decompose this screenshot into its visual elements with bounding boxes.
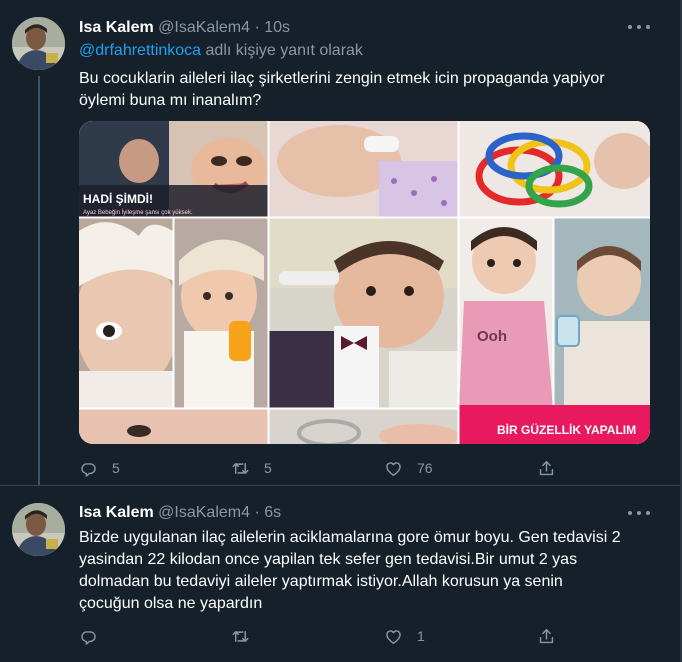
tweet-text-line: öylemi buna mı inanalım? bbox=[79, 92, 262, 109]
reply-mention-link[interactable]: @drfahrettinkoca bbox=[79, 42, 201, 59]
tweet-text-line: çocuğun olsa ne yapardın bbox=[79, 595, 263, 612]
share-button[interactable] bbox=[537, 456, 556, 480]
thread-connector-line bbox=[38, 76, 40, 486]
like-icon bbox=[386, 629, 401, 644]
tweet-text-line: Bizde uygulanan ilaç ailelerin aciklamal… bbox=[79, 529, 621, 546]
tweet-text-line: yasindan 22 kilodan once yapilan tek sef… bbox=[79, 551, 578, 568]
photo-tile bbox=[459, 218, 553, 408]
tweet-text: Bizde uygulanan ilaç ailelerin aciklamal… bbox=[79, 527, 650, 615]
reply-button[interactable]: 5 bbox=[79, 456, 120, 480]
avatar[interactable] bbox=[12, 503, 65, 556]
banner-top-text: HADİ ŞİMDİ! bbox=[83, 191, 153, 206]
replying-to: @drfahrettinkoca adlı kişiye yanıt olara… bbox=[79, 41, 650, 61]
photo-tile bbox=[269, 121, 459, 217]
like-count: 1 bbox=[417, 628, 425, 644]
timestamp[interactable]: 10s bbox=[264, 19, 290, 36]
timestamp[interactable]: 6s bbox=[264, 504, 281, 521]
reply-icon bbox=[81, 630, 96, 645]
separator-dot: · bbox=[254, 19, 260, 36]
reply-count: 5 bbox=[112, 460, 120, 476]
like-button[interactable]: 1 bbox=[384, 624, 425, 648]
reply-suffix: adlı kişiye yanıt olarak bbox=[201, 42, 363, 59]
retweet-icon bbox=[232, 462, 249, 474]
tweet-header: Isa Kalem @IsaKalem4 · 6s bbox=[79, 503, 650, 523]
tweet[interactable]: Isa Kalem @IsaKalem4 · 10s @drfahrettink… bbox=[0, 0, 680, 486]
media-collage: HADİ ŞİMDİ! Ayaz Bebeğin İyileşme şansı … bbox=[79, 121, 650, 444]
tweet-text-line: Bu cocuklarin aileleri ilaç şirketlerini… bbox=[79, 70, 605, 87]
reply-button[interactable] bbox=[79, 624, 112, 648]
banner-bottom-text: BİR GÜZELLİK YAPALIM bbox=[497, 422, 636, 437]
share-icon bbox=[539, 460, 554, 475]
tweet-media[interactable]: HADİ ŞİMDİ! Ayaz Bebeğin İyileşme şansı … bbox=[79, 121, 650, 444]
photo-tile bbox=[554, 218, 650, 408]
tweet-header: Isa Kalem @IsaKalem4 · 10s bbox=[79, 18, 650, 38]
tweet-actions: 5 5 76 bbox=[79, 456, 559, 480]
more-icon[interactable] bbox=[628, 17, 650, 37]
banner-sub-text: Ayaz Bebeğin İyileşme şansı çok yüksek. bbox=[83, 209, 193, 216]
like-button[interactable]: 76 bbox=[384, 456, 433, 480]
photo-tile bbox=[79, 218, 179, 408]
tweet[interactable]: Isa Kalem @IsaKalem4 · 6s Bizde uygulana… bbox=[0, 486, 680, 662]
separator-dot: · bbox=[254, 504, 260, 521]
share-button[interactable] bbox=[537, 624, 556, 648]
user-handle[interactable]: @IsaKalem4 bbox=[158, 504, 250, 521]
photo-tile bbox=[459, 121, 650, 217]
tweet-actions: 1 bbox=[79, 624, 559, 648]
photo-tile bbox=[174, 218, 268, 408]
share-icon bbox=[539, 628, 554, 643]
display-name[interactable]: Isa Kalem bbox=[79, 19, 154, 36]
tweet-text: Bu cocuklarin aileleri ilaç şirketlerini… bbox=[79, 68, 650, 112]
tweet-text-line: dolmadan bu tedaviyi aileler yaptırmak i… bbox=[79, 573, 563, 590]
user-handle[interactable]: @IsaKalem4 bbox=[158, 19, 250, 36]
display-name[interactable]: Isa Kalem bbox=[79, 504, 154, 521]
retweet-count: 5 bbox=[264, 460, 272, 476]
retweet-button[interactable] bbox=[231, 624, 264, 648]
photo-tile bbox=[269, 218, 458, 408]
retweet-icon bbox=[232, 630, 249, 642]
reply-icon bbox=[81, 462, 96, 477]
like-icon bbox=[386, 461, 401, 476]
shirt-text: Ooh bbox=[477, 328, 507, 345]
avatar[interactable] bbox=[12, 17, 65, 70]
more-icon[interactable] bbox=[628, 503, 650, 523]
retweet-button[interactable]: 5 bbox=[231, 456, 272, 480]
like-count: 76 bbox=[417, 460, 433, 476]
